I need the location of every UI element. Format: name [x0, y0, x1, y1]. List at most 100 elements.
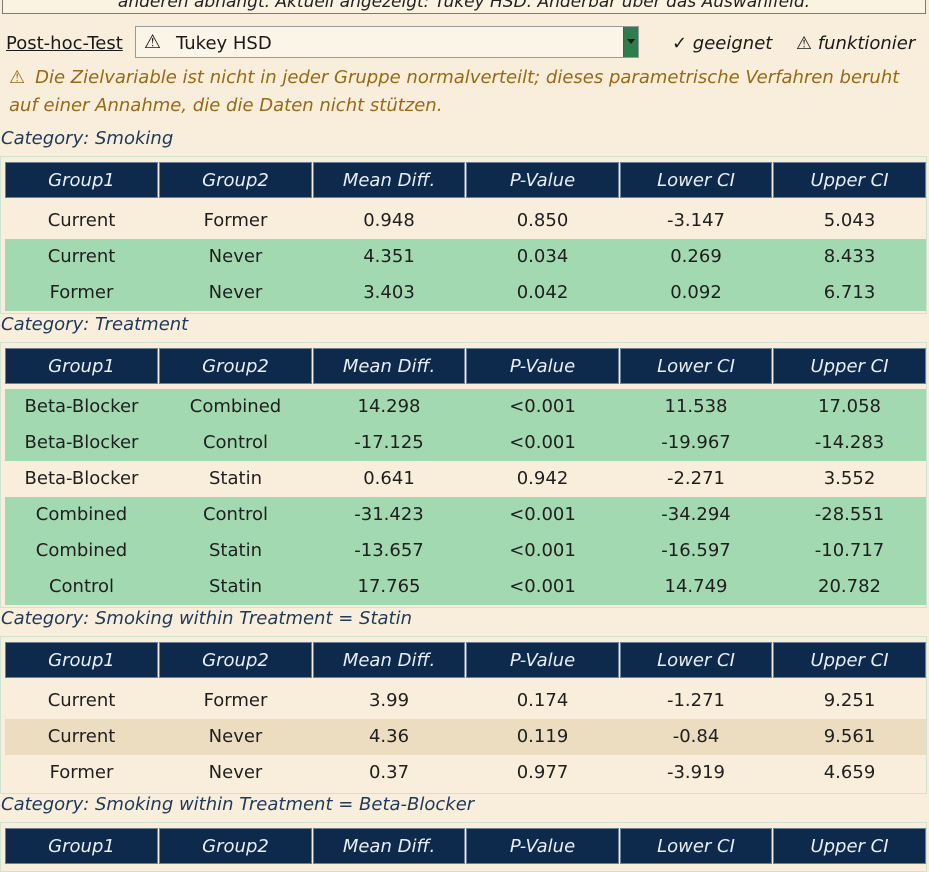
table-cell: Statin [209, 576, 262, 597]
table-cell: 17.058 [818, 396, 881, 417]
legend-works: ⚠ funktionier [796, 33, 916, 54]
column-header: Mean Diff. [313, 162, 465, 198]
table-cell: 0.269 [670, 246, 722, 267]
table-cell: 9.251 [823, 690, 876, 711]
table-row: Current Former 0.948 0.850 -3.147 5.043 [5, 203, 926, 239]
table-cell: Current [47, 726, 116, 747]
column-header: Upper CI [773, 348, 926, 384]
table-cell: <0.001 [509, 540, 576, 561]
table-cell: 11.538 [664, 396, 728, 417]
table-cell: -2.271 [666, 468, 726, 489]
table-cell: 0.37 [368, 762, 410, 783]
column-header: Upper CI [773, 642, 926, 678]
table-cell: 4.351 [363, 246, 415, 267]
table-cell: -19.967 [661, 432, 731, 453]
table-cell: Never [208, 762, 263, 783]
table-cell: Control [202, 504, 269, 525]
table-cell: Statin [209, 540, 262, 561]
table-row: Beta-Blocker Statin 0.641 0.942 -2.271 3.552 [5, 461, 926, 497]
table-cell: 9.561 [823, 726, 876, 747]
table-cell: Beta-Blocker [24, 468, 139, 489]
table-cell: 0.942 [516, 468, 569, 489]
table-cell: 0.948 [363, 210, 415, 231]
table-cell: -3.147 [666, 210, 726, 231]
table-cell: Current [47, 246, 116, 267]
table-row: Current Former 3.99 0.174 -1.271 9.251 [5, 683, 926, 719]
category-title: Category: Smoking [1, 128, 174, 149]
table-cell: 8.433 [823, 246, 876, 267]
table-cell: Beta-Blocker [24, 396, 139, 417]
table-cell: Never [208, 246, 263, 267]
table-cell: 4.659 [823, 762, 876, 783]
table-cell: Combined [35, 504, 128, 525]
table-cell: Statin [209, 468, 262, 489]
column-header: Upper CI [773, 828, 926, 864]
column-header: Group2 [159, 642, 312, 678]
posthoc-selected-value: Tukey HSD [176, 33, 272, 54]
table-cell: 3.552 [823, 468, 876, 489]
legend-suitable: ✓ geeignet [672, 33, 773, 54]
table-cell: 3.99 [368, 690, 410, 711]
column-header: Lower CI [620, 642, 772, 678]
posthoc-selector-row: Post-hoc-Test ⚠ Tukey HSD ✓ geeignet ⚠ f… [0, 25, 929, 61]
category-title: Category: Treatment [1, 314, 189, 335]
category-title: Category: Smoking within Treatment = Bet… [1, 794, 475, 815]
column-header: Upper CI [773, 162, 926, 198]
column-header: Mean Diff. [313, 828, 465, 864]
method-note: anderen abhängt. Aktuell angezeigt: Tuke… [2, 0, 926, 14]
table-row: Beta-Blocker Combined 14.298 <0.001 11.538 17… [5, 389, 926, 425]
category-title: Category: Smoking within Treatment = Sta… [1, 608, 413, 629]
table-cell: -10.717 [814, 540, 885, 561]
column-header: P-Value [466, 642, 619, 678]
table-cell: 14.749 [664, 576, 728, 597]
table-cell: 4.36 [368, 726, 410, 747]
table-row: Current Never 4.351 0.034 0.269 8.433 [5, 239, 926, 275]
table-cell: Former [203, 690, 268, 711]
table-row: Control Statin 17.765 <0.001 14.749 20.782 [5, 569, 926, 605]
table-cell: 0.641 [363, 468, 415, 489]
column-header: Mean Diff. [313, 348, 465, 384]
table-cell: -3.919 [666, 762, 726, 783]
table-cell: Current [47, 690, 116, 711]
table-cell: <0.001 [509, 432, 576, 453]
table-cell: 20.782 [818, 576, 881, 597]
column-header: Group1 [5, 642, 158, 678]
column-header: Group2 [159, 828, 312, 864]
warning-icon: ⚠ [144, 31, 162, 53]
table-cell: Current [47, 210, 116, 231]
table-cell: 0.850 [516, 210, 569, 231]
table-cell: -28.551 [814, 504, 885, 525]
table-cell: Combined [35, 540, 128, 561]
table-cell: Never [208, 726, 263, 747]
results-table: Group1 Group2 Mean Diff. P-Value Lower CI Upp… [0, 156, 927, 314]
column-header: Lower CI [620, 828, 772, 864]
posthoc-label: Post-hoc-Test [6, 33, 123, 54]
column-header: Lower CI [620, 348, 772, 384]
table-cell: 0.977 [516, 762, 569, 783]
table-cell: Former [49, 762, 114, 783]
table-cell: 5.043 [823, 210, 876, 231]
table-cell: <0.001 [509, 576, 576, 597]
table-cell: <0.001 [509, 504, 576, 525]
table-cell: Former [49, 282, 114, 303]
column-header: Group1 [5, 162, 158, 198]
table-row: Beta-Blocker Control -17.125 <0.001 -19.967 -… [5, 425, 926, 461]
table-cell: 0.174 [516, 690, 569, 711]
table-cell: Control [202, 432, 269, 453]
table-cell: 0.092 [670, 282, 722, 303]
table-cell: 17.765 [357, 576, 421, 597]
table-cell: 0.119 [516, 726, 569, 747]
column-header: Group2 [159, 162, 312, 198]
table-row: Current Never 4.36 0.119 -0.84 9.561 [5, 719, 926, 755]
column-header: Group1 [5, 348, 158, 384]
chevron-down-icon[interactable] [623, 27, 638, 57]
table-row: Combined Statin -13.657 <0.001 -16.597 -10.71… [5, 533, 926, 569]
table-cell: 6.713 [823, 282, 876, 303]
column-header: Lower CI [620, 162, 772, 198]
warning-icon: ⚠ [9, 67, 26, 88]
column-header: Group2 [159, 348, 312, 384]
posthoc-select[interactable]: ⚠ Tukey HSD [135, 26, 639, 58]
table-cell: -16.597 [661, 540, 731, 561]
table-cell: 3.403 [363, 282, 415, 303]
table-cell: -31.423 [354, 504, 424, 525]
